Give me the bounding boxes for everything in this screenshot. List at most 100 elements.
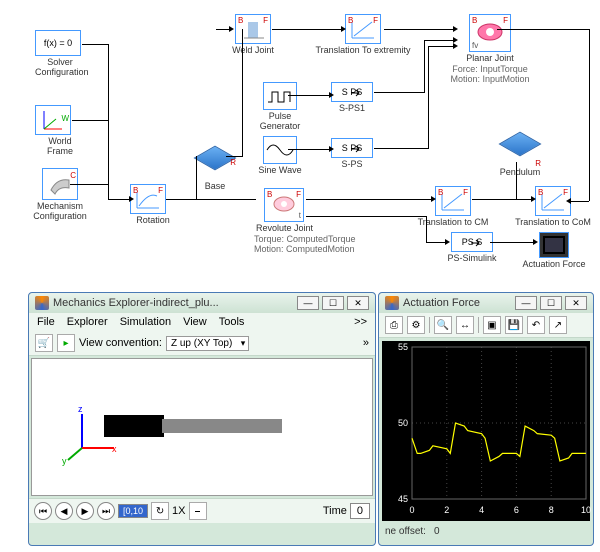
scope-minimize-button[interactable]: — <box>515 296 537 310</box>
scope-float-icon[interactable]: ↗ <box>549 316 567 334</box>
play-icon[interactable]: ▶ <box>76 502 94 520</box>
base-label: Base <box>192 182 238 192</box>
mechexp-playback-controls: ⏮ ◀ ▶ ⏭ [0,10 ↻ 1X ⎯ Time 0 <box>29 498 375 523</box>
solver-config-block[interactable]: f(x) = 0 <box>35 30 81 56</box>
weld-joint-block[interactable]: B F <box>235 14 271 44</box>
svg-text:2: 2 <box>444 505 449 515</box>
maximize-button[interactable]: ☐ <box>322 296 344 310</box>
transext-port-f: F <box>373 16 378 25</box>
weld-port-f: F <box>263 16 268 25</box>
body-black <box>104 415 164 437</box>
axis-y: y <box>62 456 67 466</box>
planar-joint-block[interactable]: B F fv <box>469 14 511 52</box>
mech-port-c: C <box>70 171 76 180</box>
scope-autoscale-icon[interactable]: ▣ <box>483 316 501 334</box>
scope-plot[interactable]: 0246810455055 <box>382 341 590 521</box>
minimize-button[interactable]: — <box>297 296 319 310</box>
scope-titlebar[interactable]: Actuation Force — ☐ ✕ <box>379 293 593 313</box>
viewconv-select[interactable]: Z up (XY Top) <box>166 336 249 351</box>
step-back-icon[interactable]: ◀ <box>55 502 73 520</box>
scope-close-button[interactable]: ✕ <box>565 296 587 310</box>
ps-simulink-block[interactable]: PS S <box>451 232 493 252</box>
mechexp-menubar: File Explorer Simulation View Tools >> <box>29 313 375 331</box>
menu-file[interactable]: File <box>37 316 55 328</box>
world-label: World Frame <box>35 137 85 157</box>
matlab-icon <box>385 296 399 310</box>
toolbar-expand[interactable]: » <box>363 337 369 349</box>
svg-text:8: 8 <box>549 505 554 515</box>
tool-cart-icon[interactable]: 🛒 <box>35 334 53 352</box>
pendulum-port-r: R <box>535 159 541 168</box>
axis-x: x <box>112 444 117 454</box>
sine-wave-block[interactable] <box>263 136 297 164</box>
svg-text:45: 45 <box>398 494 408 504</box>
transext-port-b: B <box>348 16 353 25</box>
step-fwd-icon[interactable]: ⏭ <box>97 502 115 520</box>
rotation-port-b: B <box>133 186 138 195</box>
transcom-label: Translation to CoM <box>508 218 598 228</box>
menu-view[interactable]: View <box>183 316 207 328</box>
close-button[interactable]: ✕ <box>347 296 369 310</box>
revolute-port-t: t <box>299 211 301 220</box>
scope-maximize-button[interactable]: ☐ <box>540 296 562 310</box>
rotation-block[interactable]: B F <box>130 184 166 214</box>
sps-label: S-PS <box>328 160 376 170</box>
mechexp-titlebar[interactable]: Mechanics Explorer-indirect_plu... — ☐ ✕ <box>29 293 375 313</box>
revolute-joint-block[interactable]: B F t <box>264 188 304 222</box>
svg-text:55: 55 <box>398 342 408 352</box>
scope-zoom-icon[interactable]: 🔍 <box>434 316 452 334</box>
tool-play-icon[interactable]: ▸ <box>57 334 75 352</box>
weld-port-b: B <box>238 16 243 25</box>
axis-z: z <box>78 404 83 414</box>
solver-fx: f(x) = 0 <box>44 38 72 48</box>
menu-more[interactable]: >> <box>354 316 367 328</box>
base-block[interactable]: R <box>198 146 232 180</box>
scope-save-icon[interactable]: 💾 <box>505 316 523 334</box>
scope-toolbar: ⎙ ⚙ 🔍 ↔ ▣ 💾 ↶ ↗ <box>379 313 593 338</box>
pulse-label: Pulse Generator <box>252 112 308 132</box>
viewconv-label: View convention: <box>79 337 162 349</box>
scope-restore-icon[interactable]: ↶ <box>527 316 545 334</box>
mechexp-toolbar: 🛒 ▸ View convention: Z up (XY Top) » <box>29 331 375 356</box>
time-field[interactable]: 0 <box>350 503 370 519</box>
svg-text:6: 6 <box>514 505 519 515</box>
loop-icon[interactable]: ↻ <box>151 502 169 520</box>
scope-title: Actuation Force <box>399 297 512 309</box>
scope-zoomx-icon[interactable]: ↔ <box>456 316 474 334</box>
base-port-r: R <box>230 158 236 167</box>
menu-tools[interactable]: Tools <box>219 316 245 328</box>
world-frame-block[interactable]: W <box>35 105 71 135</box>
time-label: Time <box>323 505 347 517</box>
mechexp-3d-view[interactable]: z x y <box>31 358 373 496</box>
transcm-port-b: B <box>438 188 443 197</box>
offset-value: 0 <box>434 526 440 537</box>
speed-slider-icon[interactable]: ⎯ <box>189 502 207 520</box>
translation-cm-block[interactable]: B F <box>435 186 471 216</box>
revolute-port-f: F <box>296 190 301 199</box>
skip-start-icon[interactable]: ⏮ <box>34 502 52 520</box>
revolute-note1: Torque: ComputedTorque <box>254 234 374 244</box>
solver-label: Solver Configuration <box>35 58 85 78</box>
actuation-force-window[interactable]: Actuation Force — ☐ ✕ ⎙ ⚙ 🔍 ↔ ▣ 💾 ↶ ↗ 0 2… <box>378 292 594 546</box>
rotation-port-f: F <box>158 186 163 195</box>
planar-label: Planar Joint <box>440 54 540 64</box>
actuation-force-block[interactable] <box>539 232 569 258</box>
pssim-label: PS-Simulink <box>440 254 504 264</box>
translation-extremity-block[interactable]: B F <box>345 14 381 44</box>
mechexp-title: Mechanics Explorer-indirect_plu... <box>49 297 294 309</box>
sps1-block[interactable]: S PS <box>331 82 373 102</box>
sps-block[interactable]: S PS <box>331 138 373 158</box>
menu-explorer[interactable]: Explorer <box>67 316 108 328</box>
svg-text:4: 4 <box>479 505 484 515</box>
mechanics-explorer-window[interactable]: Mechanics Explorer-indirect_plu... — ☐ ✕… <box>28 292 376 546</box>
revolute-label: Revolute Joint <box>256 224 374 234</box>
scope-params-icon[interactable]: ⚙ <box>407 316 425 334</box>
scope-print-icon[interactable]: ⎙ <box>385 316 403 334</box>
menu-simulation[interactable]: Simulation <box>120 316 171 328</box>
planar-note1: Force: InputTorque <box>440 64 540 74</box>
world-port-w: W <box>61 114 69 123</box>
pendulum-block[interactable]: R <box>503 132 537 166</box>
range-field[interactable]: [0,10 <box>118 504 148 518</box>
pulse-generator-block[interactable] <box>263 82 297 110</box>
planar-port-f: F <box>503 16 508 25</box>
